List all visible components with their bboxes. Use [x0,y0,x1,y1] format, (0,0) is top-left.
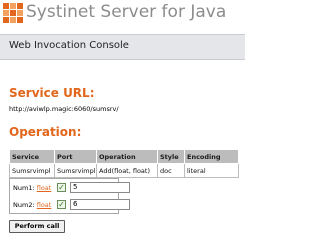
cell-operation: Add(float, float) [96,163,158,178]
table-row[interactable]: Sumsrvimpl Sumsrvimpl Add(float, float) … [9,163,239,178]
app-title: Systinet Server for Java [26,2,227,22]
operation-table-header: Service Port Operation Style Encoding [9,149,239,164]
cell-port: Sumsrvimpl [54,163,97,178]
param-num2-label: Num2: float [13,201,51,209]
column-header-service: Service [9,149,55,164]
systinet-logo-icon [3,3,23,23]
param-num1-label: Num1: float [13,184,51,192]
param-num1-type-link[interactable]: float [37,184,52,192]
console-title: Web Invocation Console [9,40,129,51]
cell-service: Sumsrvimpl [9,163,55,178]
service-url-heading: Service URL: [9,86,95,100]
operation-heading: Operation: [9,125,82,139]
param-num1-input[interactable]: 5 [70,182,130,193]
column-header-port: Port [54,149,97,164]
param-num1-checkbox[interactable]: ✓ [57,183,66,192]
param-num2-name: Num2: [13,201,35,209]
service-url: http://aviwlp.magic:6060/sumsrv/ [9,105,119,113]
column-header-encoding: Encoding [184,149,239,164]
column-header-operation: Operation [96,149,158,164]
param-num1-name: Num1: [13,184,35,192]
cell-style: doc [157,163,185,178]
cell-encoding: literal [184,163,239,178]
param-num2-input[interactable]: 6 [70,199,130,210]
param-num2-checkbox[interactable]: ✓ [57,200,66,209]
column-header-style: Style [157,149,185,164]
param-num2-type-link[interactable]: float [37,201,52,209]
operation-table: Service Port Operation Style Encoding Su… [9,149,239,178]
perform-call-button[interactable]: Perform call [9,220,65,233]
